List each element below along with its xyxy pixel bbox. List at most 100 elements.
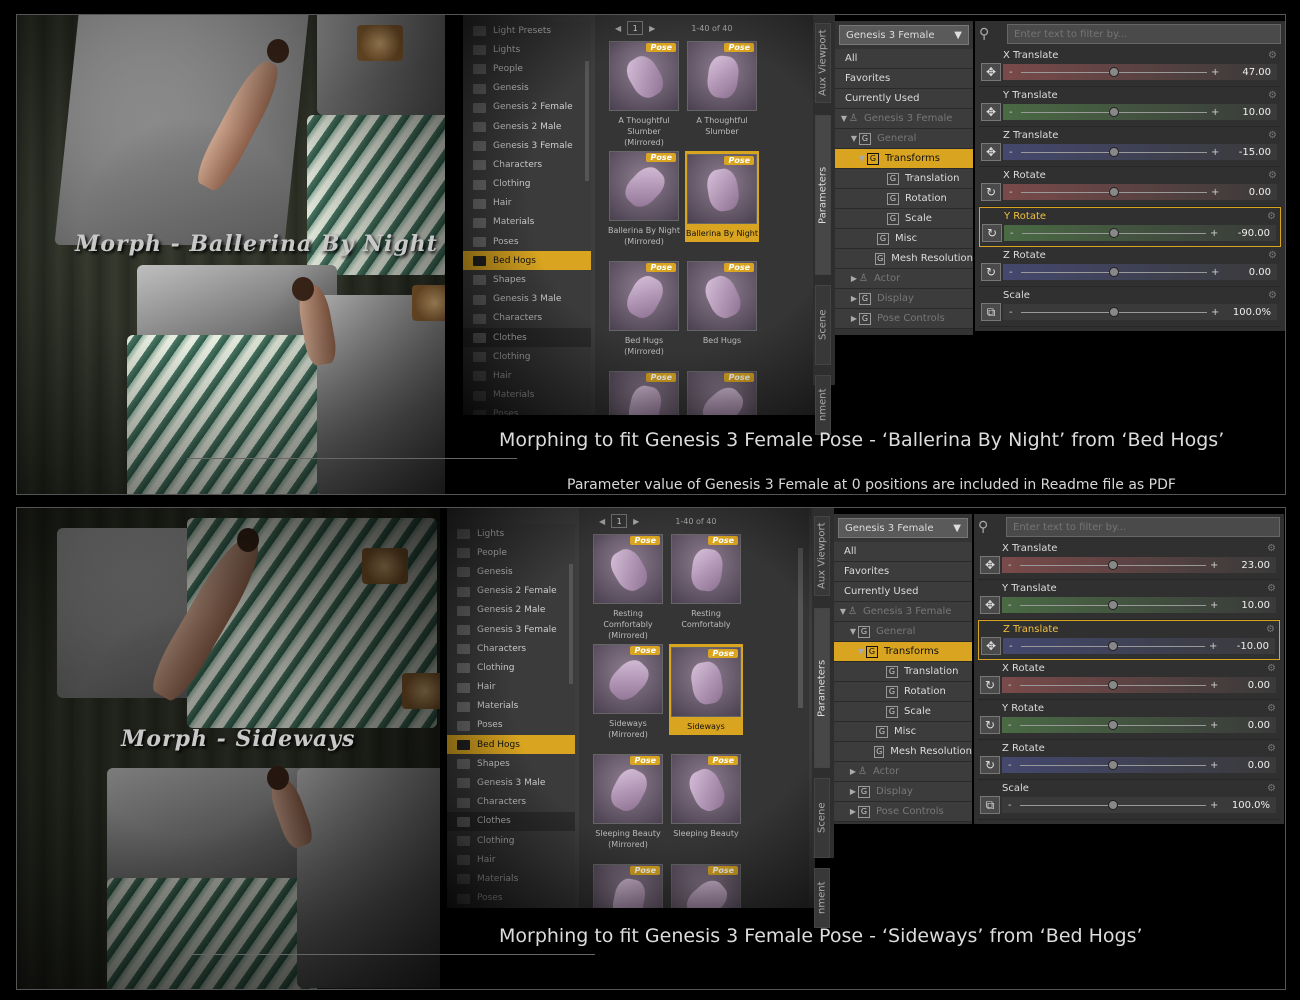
param-tree-item[interactable]: G Scale — [835, 209, 973, 229]
parameter-value[interactable]: 0.00 — [1223, 187, 1271, 198]
parameter-slider[interactable]: - +0.00 — [1002, 757, 1276, 773]
decrement-button[interactable]: - — [1008, 560, 1016, 571]
library-tree-item[interactable]: Clothing — [463, 175, 591, 194]
pose-card[interactable]: Pose Bed Hugs (Mirrored) — [607, 261, 681, 357]
param-tree-item[interactable]: ▼ ♙ Genesis 3 Female — [835, 109, 973, 129]
library-tree-item[interactable]: Genesis 2 Female — [447, 582, 575, 601]
translate-icon[interactable]: ✥ — [980, 556, 1000, 574]
expand-arrow-icon[interactable]: ▼ — [849, 134, 859, 143]
pose-card[interactable]: Pose A Thoughtful Slumber — [685, 41, 759, 137]
gear-icon[interactable]: ⚙ — [1267, 663, 1276, 674]
param-tree-item[interactable]: ▼ G Transforms — [834, 642, 972, 662]
expand-arrow-icon[interactable]: ▶ — [848, 807, 858, 816]
expand-arrow-icon[interactable]: ▼ — [857, 154, 867, 163]
expand-arrow-icon[interactable]: ▼ — [856, 647, 866, 656]
expand-arrow-icon[interactable]: ▼ — [838, 607, 848, 616]
pose-card[interactable]: Pose Resting Comfortably — [669, 534, 743, 630]
library-tree-item[interactable]: Clothes — [463, 328, 591, 348]
decrement-button[interactable]: - — [1009, 307, 1017, 318]
parameter-slider[interactable]: - +0.00 — [1002, 717, 1276, 733]
parameter-slider[interactable]: - +0.00 — [1003, 184, 1277, 200]
parameter-slider[interactable]: - +10.00 — [1003, 104, 1277, 120]
param-tree-item[interactable]: Currently Used — [834, 582, 972, 602]
library-tree-item[interactable]: Lights — [463, 40, 591, 59]
expand-arrow-icon[interactable]: ▶ — [849, 294, 859, 303]
decrement-button[interactable]: - — [1008, 680, 1016, 691]
gear-icon[interactable]: ⚙ — [1267, 543, 1276, 554]
param-tree-item[interactable]: ▶ G Display — [835, 289, 973, 309]
library-tree-item[interactable]: Hair — [447, 850, 575, 869]
gear-icon[interactable]: ⚙ — [1268, 290, 1277, 301]
gear-icon[interactable]: ⚙ — [1268, 170, 1277, 181]
library-tree-item[interactable]: Light Presets — [463, 21, 591, 40]
page-number[interactable]: 1 — [627, 21, 644, 35]
param-tree-item[interactable]: All — [834, 542, 972, 562]
gear-icon[interactable]: ⚙ — [1267, 743, 1276, 754]
parameter-slider[interactable]: - +47.00 — [1003, 64, 1277, 80]
library-tree-item[interactable]: Genesis — [463, 79, 591, 98]
library-tree-item[interactable]: Genesis — [447, 562, 575, 581]
decrement-button[interactable]: - — [1009, 67, 1017, 78]
gear-icon[interactable]: ⚙ — [1268, 50, 1277, 61]
side-tab[interactable]: nment — [814, 868, 830, 928]
slider-track[interactable] — [1020, 719, 1206, 730]
rotate-icon[interactable]: ↻ — [980, 676, 1000, 694]
param-tree-item[interactable]: ▼ G General — [834, 622, 972, 642]
parameter-slider[interactable]: - +100.0% — [1002, 797, 1276, 813]
slider-track[interactable] — [1020, 759, 1206, 770]
parameter-slider[interactable]: - +100.0% — [1003, 304, 1277, 320]
parameter-value[interactable]: 100.0% — [1222, 800, 1270, 811]
slider-knob[interactable] — [1108, 599, 1118, 610]
library-tree-item[interactable]: Poses — [463, 405, 591, 415]
pose-card[interactable]: Pose — [591, 864, 665, 908]
filter-input[interactable] — [1006, 517, 1280, 537]
param-tree-item[interactable]: ▼ G Transforms — [835, 149, 973, 169]
param-tree-item[interactable]: G Mesh Resolution — [834, 742, 972, 762]
increment-button[interactable]: + — [1210, 680, 1218, 691]
pose-card[interactable]: Pose Sideways — [669, 644, 743, 735]
parameter-value[interactable]: 47.00 — [1223, 67, 1271, 78]
library-tree-item[interactable]: Genesis 2 Male — [447, 601, 575, 620]
library-tree-item[interactable]: Clothes — [447, 811, 575, 831]
increment-button[interactable]: + — [1211, 147, 1219, 158]
parameter-slider[interactable]: - +23.00 — [1002, 557, 1276, 573]
expand-arrow-icon[interactable]: ▶ — [849, 314, 859, 323]
library-tree-item[interactable]: Hair — [463, 366, 591, 385]
gear-icon[interactable]: ⚙ — [1267, 583, 1276, 594]
pose-card[interactable]: Pose Resting Comfortably (Mirrored) — [591, 534, 665, 641]
gear-icon[interactable]: ⚙ — [1267, 703, 1276, 714]
parameter-value[interactable]: -15.00 — [1223, 147, 1271, 158]
param-tree-item[interactable]: G Translation — [834, 662, 972, 682]
side-tab[interactable]: Scene — [814, 778, 830, 858]
slider-knob[interactable] — [1109, 186, 1119, 197]
pose-card[interactable]: Pose — [607, 371, 681, 415]
library-tree-item[interactable]: Clothing — [447, 831, 575, 850]
library-tree-item[interactable]: Genesis 3 Female — [447, 620, 575, 639]
parameter-value[interactable]: 10.00 — [1222, 600, 1270, 611]
library-tree-item[interactable]: People — [463, 59, 591, 78]
param-tree-item[interactable]: ▶ ♙ Actor — [834, 762, 972, 782]
slider-track[interactable] — [1021, 640, 1205, 651]
decrement-button[interactable]: - — [1008, 720, 1016, 731]
library-tree-item[interactable]: People — [447, 543, 575, 562]
parameter-value[interactable]: 0.00 — [1222, 720, 1270, 731]
decrement-button[interactable]: - — [1009, 107, 1017, 118]
decrement-button[interactable]: - — [1009, 187, 1017, 198]
library-tree-item[interactable]: Hair — [447, 678, 575, 697]
library-tree-item[interactable]: Materials — [447, 697, 575, 716]
library-tree-item[interactable]: Characters — [447, 639, 575, 658]
prev-page-icon[interactable]: ◀ — [599, 517, 605, 526]
gear-icon[interactable]: ⚙ — [1266, 624, 1275, 635]
slider-track[interactable] — [1021, 266, 1207, 277]
tree-scrollbar[interactable] — [569, 564, 573, 684]
expand-arrow-icon[interactable]: ▶ — [848, 787, 858, 796]
tree-scrollbar[interactable] — [585, 61, 589, 181]
library-tree-item[interactable]: Materials — [463, 386, 591, 405]
slider-knob[interactable] — [1109, 266, 1119, 277]
expand-arrow-icon[interactable]: ▶ — [849, 274, 859, 283]
library-tree-item[interactable]: Poses — [463, 232, 591, 251]
parameter-value[interactable]: 0.00 — [1223, 267, 1271, 278]
library-tree-item[interactable]: Shapes — [447, 754, 575, 773]
increment-button[interactable]: + — [1209, 641, 1217, 652]
pose-card[interactable]: Pose Sleeping Beauty (Mirrored) — [591, 754, 665, 850]
